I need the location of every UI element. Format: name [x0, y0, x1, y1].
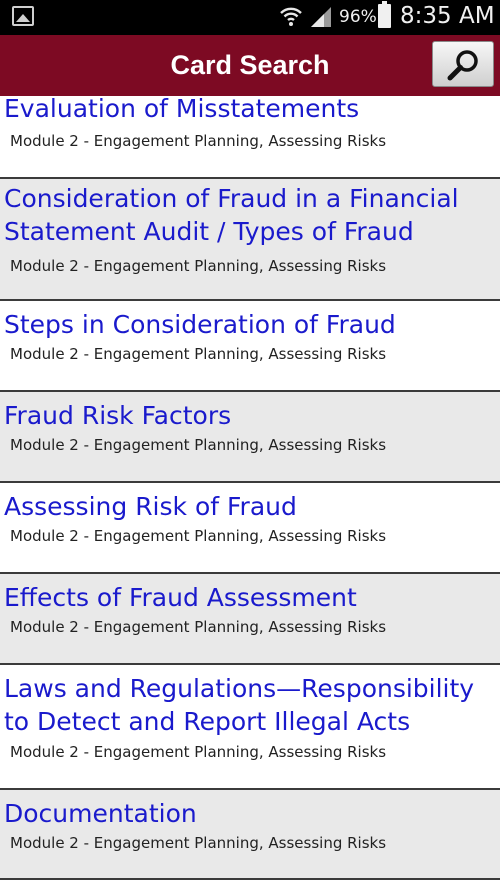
- page-title: Card Search: [170, 50, 330, 80]
- card-title: Documentation: [4, 799, 197, 828]
- card-subtitle: Module 2 - Engagement Planning, Assessin…: [10, 257, 387, 275]
- battery-icon: [378, 1, 391, 28]
- clock: 8:35 AM: [400, 3, 495, 29]
- card-title: Assessing Risk of Fraud: [4, 492, 297, 521]
- list-item[interactable]: Laws and Regulations—Responsibility to D…: [0, 665, 500, 790]
- card-title: Evaluation of Misstatements: [4, 94, 360, 123]
- card-subtitle: Module 2 - Engagement Planning, Assessin…: [10, 527, 387, 545]
- list-item[interactable]: Consideration of Fraud in a Financial St…: [0, 179, 500, 301]
- card-subtitle: Module 2 - Engagement Planning, Assessin…: [10, 743, 387, 761]
- card-title: Fraud Risk Factors: [4, 401, 232, 430]
- card-subtitle: Module 2 - Engagement Planning, Assessin…: [10, 132, 387, 150]
- battery-percent: 96%: [339, 7, 377, 27]
- picture-icon: [12, 6, 34, 26]
- search-icon: [447, 50, 478, 81]
- signal-icon: [311, 7, 331, 27]
- card-title: Effects of Fraud Assessment: [4, 583, 357, 612]
- list-item[interactable]: Fraud Risk Factors Module 2 - Engagement…: [0, 392, 500, 483]
- wifi-icon: [280, 7, 302, 26]
- card-subtitle: Module 2 - Engagement Planning, Assessin…: [10, 345, 387, 363]
- list-item[interactable]: Assessing Risk of Fraud Module 2 - Engag…: [0, 483, 500, 574]
- card-subtitle: Module 2 - Engagement Planning, Assessin…: [10, 436, 387, 454]
- card-title: Consideration of Fraud in a Financial St…: [4, 184, 459, 246]
- app-bar: Card Search: [0, 35, 500, 96]
- list-item[interactable]: Evaluation of Misstatements Module 2 - E…: [0, 94, 500, 179]
- card-subtitle: Module 2 - Engagement Planning, Assessin…: [10, 834, 387, 852]
- list-item[interactable]: Documentation Module 2 - Engagement Plan…: [0, 790, 500, 880]
- list-item[interactable]: Steps in Consideration of Fraud Module 2…: [0, 301, 500, 392]
- search-button[interactable]: [432, 41, 494, 87]
- card-title: Steps in Consideration of Fraud: [4, 310, 396, 339]
- card-subtitle: Module 2 - Engagement Planning, Assessin…: [10, 618, 387, 636]
- list-item[interactable]: Effects of Fraud Assessment Module 2 - E…: [0, 574, 500, 665]
- status-bar: 96% 8:35 AM: [0, 0, 500, 35]
- card-title: Laws and Regulations—Responsibility to D…: [4, 674, 475, 736]
